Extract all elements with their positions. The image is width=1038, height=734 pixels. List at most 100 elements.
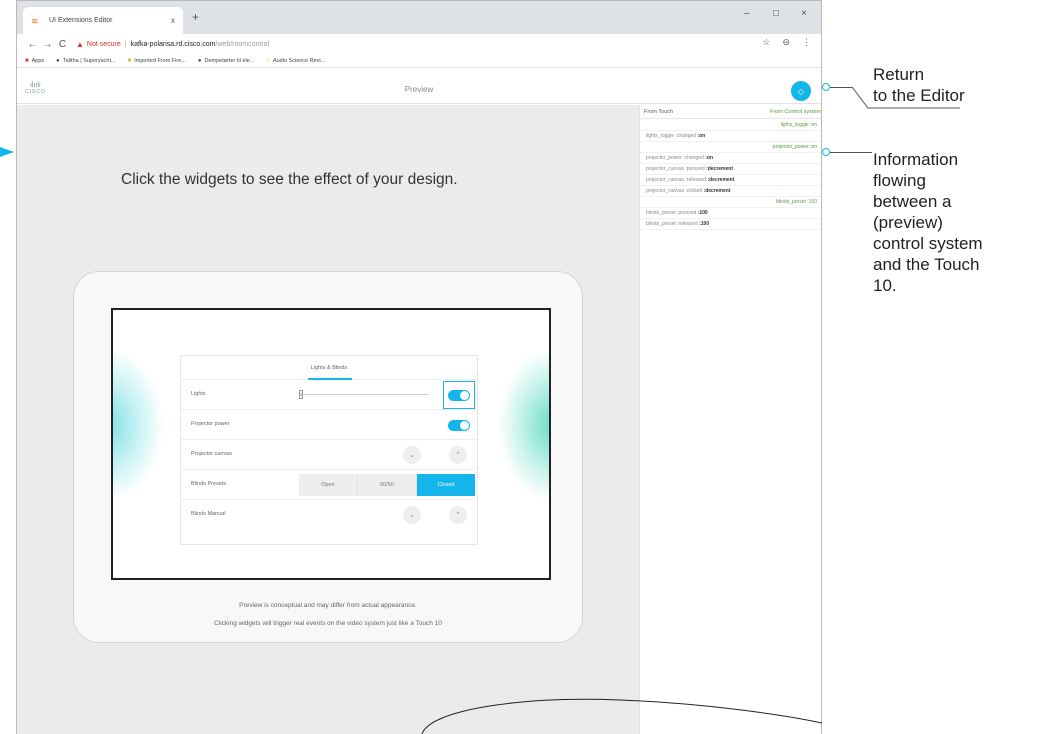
new-tab-button[interactable]: +: [192, 10, 199, 24]
globe-icon: ●: [197, 57, 202, 64]
callout-line-1: Return: [873, 65, 925, 84]
event-log-panel: From Touch From Control system lights_to…: [639, 105, 821, 734]
row-label: Lights: [191, 391, 206, 397]
bookmark-item[interactable]: ● Dempetørter til ele...: [198, 58, 254, 64]
tab-close-icon[interactable]: x: [171, 16, 175, 25]
log-entry-widget: projector_power :changed: [646, 155, 704, 161]
bookmark-label: Imported From Fire...: [134, 57, 186, 64]
bookmark-item[interactable]: ○ Audio Science Revi...: [266, 58, 325, 64]
from-control-heading: From Control system: [769, 109, 821, 115]
log-entry-widget: projector_canvas :released: [646, 177, 707, 183]
callout-return-editor: Return to the Editor: [873, 64, 965, 106]
reload-icon[interactable]: C: [55, 39, 70, 50]
log-entry-control: lights_toggle :on: [640, 120, 821, 131]
chevron-up-icon: ⌃: [455, 512, 461, 519]
screen-glow-left: [113, 350, 163, 500]
row-label: Projector power: [191, 421, 230, 427]
log-entry-widget: lights_toggle :changed: [646, 133, 697, 139]
return-to-editor-button[interactable]: ◇: [791, 81, 811, 101]
chevron-down-icon: ⌄: [409, 512, 415, 519]
screenshot-stage: ≋ UI Extensions Editor x + – □ × ← → C ▲…: [0, 0, 1038, 734]
callout-information: Information flowing between a (preview) …: [873, 149, 983, 296]
tab-title: UI Extensions Editor: [49, 17, 113, 24]
log-entry-control: blinds_preset :100: [640, 197, 821, 208]
log-entry-touch: blinds_preset :pressed :100: [640, 208, 821, 219]
log-entry-value: :decrement: [706, 166, 733, 172]
forward-arrow-icon[interactable]: →: [40, 39, 55, 50]
blinds-manual-down-button[interactable]: ⌄: [403, 506, 421, 524]
browser-tabbar: ≋ UI Extensions Editor x + – □ ×: [17, 1, 821, 34]
browser-menu-icon[interactable]: ⋮: [802, 37, 811, 48]
maximize-button[interactable]: □: [773, 8, 779, 19]
minimize-button[interactable]: –: [744, 8, 750, 19]
tab-lights-blinds[interactable]: Lights & Blinds: [181, 356, 477, 380]
row-label: Projector canvas: [191, 451, 232, 457]
address-bar-actions: ☆ ⊖ ⋮: [762, 37, 811, 48]
bookmark-item[interactable]: ■ Imported From Fire...: [128, 58, 186, 64]
callout-line-2: to the Editor: [873, 86, 965, 105]
row-label: Blinds Presets: [191, 481, 227, 487]
log-entry-touch: projector_canvas :pressed :decrement: [640, 164, 821, 175]
log-entry-text: blinds_preset :100: [776, 199, 817, 205]
row-projector-canvas: Projector canvas ⌄ ⌃: [181, 440, 477, 470]
bookmark-label: Talitha | Superyacht...: [62, 57, 116, 64]
bookmark-star-icon[interactable]: ☆: [762, 37, 770, 48]
preview-events-note: Clicking widgets will trigger real event…: [214, 620, 442, 627]
lights-toggle[interactable]: [448, 390, 470, 401]
log-entry-widget: projector_canvas :clicked: [646, 188, 703, 194]
blinds-presets-group: Open 50/50 Closed: [299, 474, 475, 496]
callout-line-editor: [830, 87, 852, 88]
log-entry-value: :decrement: [707, 177, 735, 183]
chevron-down-icon: ⌄: [409, 452, 415, 459]
url-field[interactable]: ▲ Not secure | kafka-polarisa.rd.cisco.c…: [76, 36, 269, 52]
bookmark-label: Apps: [31, 57, 45, 64]
lights-slider-track[interactable]: [299, 394, 429, 395]
bookmark-item[interactable]: ● Talitha | Superyacht...: [56, 58, 115, 64]
log-entry-touch: projector_canvas :released :decrement: [640, 175, 821, 186]
control-panel: Lights & Blinds Lights 2 Projector power: [180, 355, 478, 545]
log-entry-control: projector_power :on: [640, 142, 821, 153]
toggle-knob: [460, 421, 469, 430]
log-entry-value: :on: [705, 155, 713, 161]
callout-line-3: between a: [873, 192, 952, 211]
log-entry-widget: blinds_preset :released: [646, 221, 698, 227]
log-entry-text: projector_power :on: [772, 144, 817, 150]
event-log-header: From Touch From Control system: [640, 105, 821, 119]
preview-disclaimer: Preview is conceptual and may differ fro…: [239, 602, 417, 609]
browser-window: ≋ UI Extensions Editor x + – □ × ← → C ▲…: [16, 0, 822, 734]
globe-icon: ●: [56, 57, 60, 64]
blinds-manual-up-button[interactable]: ⌃: [449, 506, 467, 524]
log-entry-widget: blinds_preset :pressed: [646, 210, 697, 216]
app-header: ılıılı CISCO Preview ◇: [17, 77, 821, 104]
preview-canvas: Click the widgets to see the effect of y…: [17, 105, 639, 734]
row-lights: Lights 2: [181, 380, 477, 410]
close-window-button[interactable]: ×: [801, 8, 807, 19]
lights-slider-handle[interactable]: 2: [299, 390, 303, 399]
intro-text: Click the widgets to see the effect of y…: [121, 171, 458, 188]
projector-canvas-down-button[interactable]: ⌄: [403, 446, 421, 464]
row-projector-power: Projector power: [181, 410, 477, 440]
touch-device-frame: Lights & Blinds Lights 2 Projector power: [73, 271, 583, 643]
preset-open-button[interactable]: Open: [299, 474, 358, 496]
row-blinds-presets: Blinds Presets Open 50/50 Closed: [181, 470, 477, 500]
back-arrow-icon[interactable]: ←: [25, 39, 40, 50]
callout-dot-editor: [822, 83, 830, 91]
log-entry-widget: projector_canvas :pressed: [646, 166, 705, 172]
preset-5050-button[interactable]: 50/50: [358, 474, 417, 496]
callout-line-6: and the Touch: [873, 255, 980, 274]
folder-icon: ■: [127, 57, 132, 64]
log-entry-text: lights_toggle :on: [780, 122, 817, 128]
tab-label: Lights & Blinds: [310, 365, 348, 371]
browser-tab[interactable]: ≋ UI Extensions Editor x: [23, 7, 183, 34]
projector-canvas-up-button[interactable]: ⌃: [449, 446, 467, 464]
log-entry-touch: blinds_preset :released :100: [640, 219, 821, 230]
log-entry-touch: projector_power :changed :on: [640, 153, 821, 164]
address-bar: ← → C ▲ Not secure | kafka-polarisa.rd.c…: [17, 34, 821, 54]
profile-icon[interactable]: ⊖: [782, 37, 790, 48]
preset-closed-button[interactable]: Closed: [417, 474, 475, 496]
url-separator: |: [124, 40, 127, 48]
bookmarks-bar: ■ Apps ● Talitha | Superyacht... ■ Imported…: [17, 54, 821, 68]
bookmark-apps[interactable]: ■ Apps: [25, 58, 44, 64]
log-entry-touch: projector_canvas :clicked :decrement: [640, 186, 821, 197]
projector-power-toggle[interactable]: [448, 420, 470, 431]
